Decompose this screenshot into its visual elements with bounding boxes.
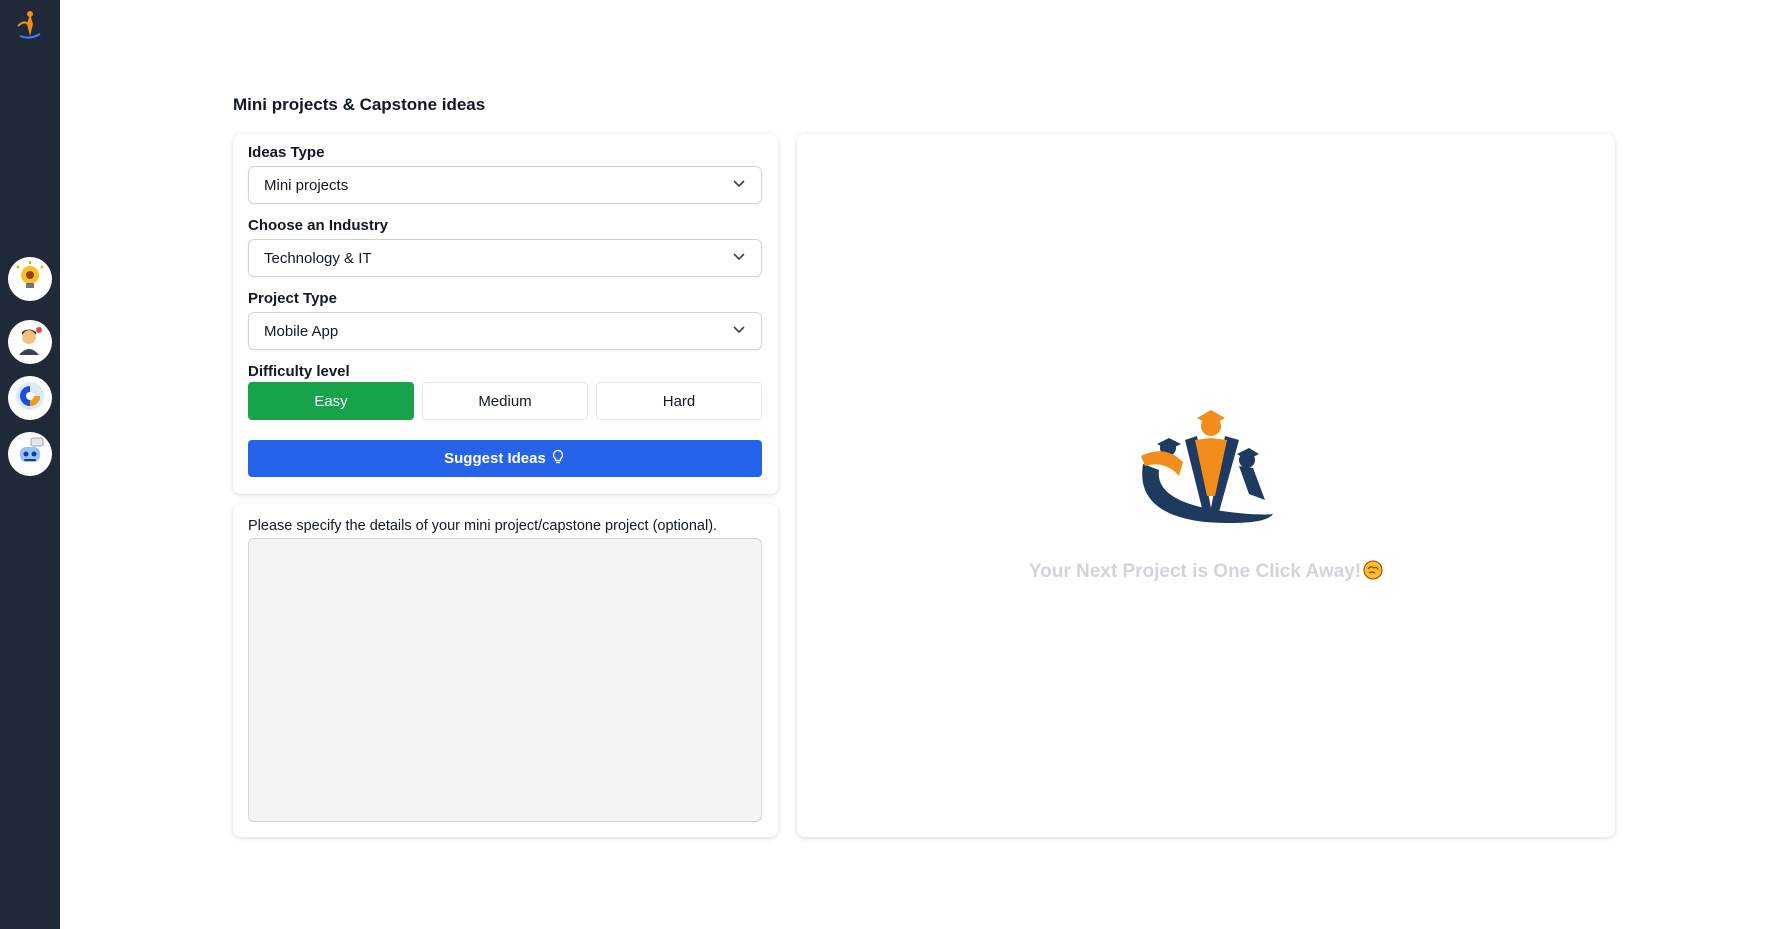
project-type-select[interactable]: Mobile App (248, 312, 762, 350)
difficulty-selector: Easy Medium Hard (248, 382, 762, 420)
suggest-ideas-label: Suggest Ideas (444, 450, 546, 467)
chevron-down-icon (732, 322, 746, 340)
project-type-label: Project Type (248, 290, 337, 307)
lightbulb-icon (13, 260, 47, 299)
empty-state-text: Your Next Project is One Click Away! (1028, 561, 1362, 582)
ideas-type-label: Ideas Type (248, 144, 325, 161)
chevron-down-icon (732, 176, 746, 194)
ideas-type-select[interactable]: Mini projects (248, 166, 762, 204)
robot-icon (13, 435, 47, 474)
chevron-down-icon (732, 249, 746, 267)
avatar-icon (13, 323, 47, 362)
brain-icon (1363, 560, 1383, 580)
ideas-type-value: Mini projects (264, 176, 349, 194)
idea-form-card: Ideas Type Mini projects Choose an Indus… (233, 134, 778, 494)
difficulty-medium-button[interactable]: Medium (422, 382, 588, 420)
lightbulb-icon (550, 449, 566, 469)
sidebar-item-profile[interactable] (8, 320, 52, 364)
sidebar-item-explore[interactable] (8, 376, 52, 420)
details-label: Please specify the details of your mini … (248, 518, 718, 534)
industry-value: Technology & IT (264, 249, 372, 267)
compass-icon (13, 379, 47, 418)
difficulty-easy-button[interactable]: Easy (248, 382, 414, 420)
industry-label: Choose an Industry (248, 217, 389, 234)
app-logo[interactable] (12, 10, 48, 40)
sidebar (0, 0, 60, 929)
empty-state-message: Your Next Project is One Click Away! (797, 560, 1615, 583)
difficulty-label: Difficulty level (248, 363, 350, 380)
suggest-ideas-button[interactable]: Suggest Ideas (248, 440, 762, 477)
details-textarea[interactable] (248, 538, 762, 822)
details-card: Please specify the details of your mini … (233, 504, 778, 837)
difficulty-hard-button[interactable]: Hard (596, 382, 762, 420)
page-title: Mini projects & Capstone ideas (233, 95, 486, 114)
results-panel: Your Next Project is One Click Away! (797, 134, 1615, 837)
industry-select[interactable]: Technology & IT (248, 239, 762, 277)
graduates-logo (1135, 404, 1275, 534)
sidebar-item-ideas[interactable] (8, 257, 52, 301)
project-type-value: Mobile App (264, 322, 339, 340)
sidebar-item-assistant[interactable] (8, 432, 52, 476)
